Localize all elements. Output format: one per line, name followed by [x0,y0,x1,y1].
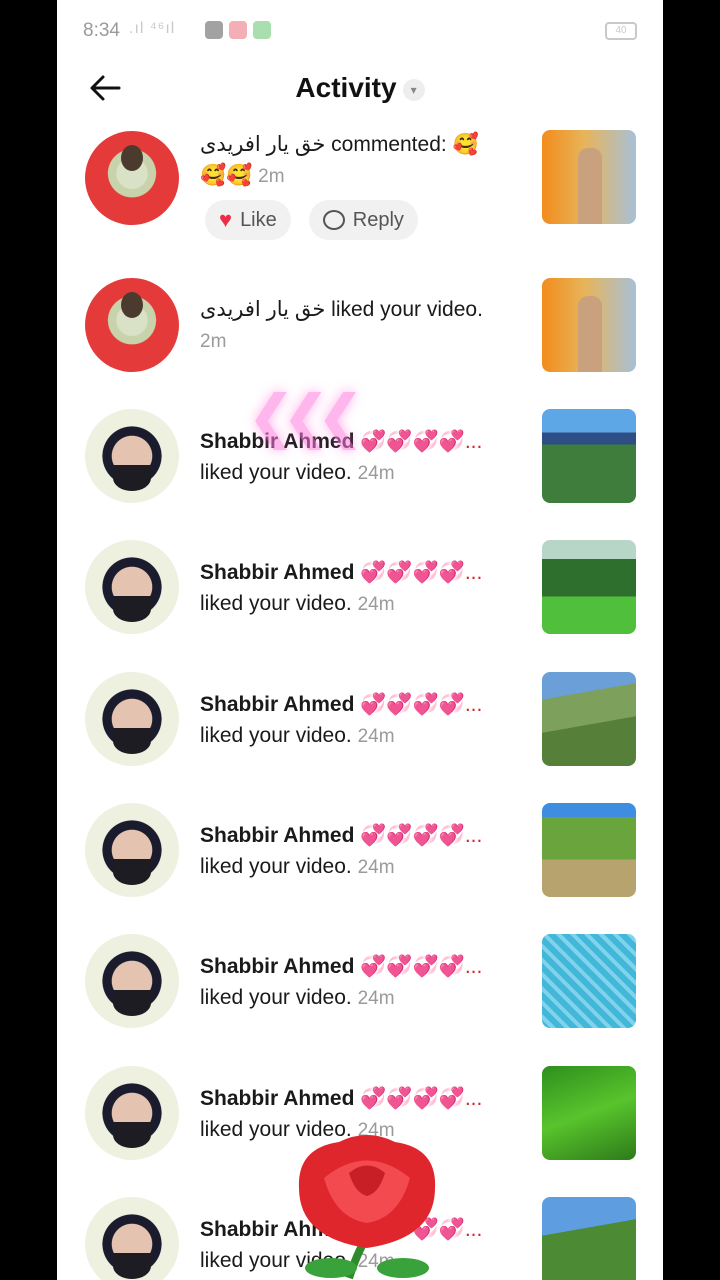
video-thumbnail[interactable] [542,540,636,634]
like-label: Like [240,208,277,231]
video-thumbnail[interactable] [542,803,636,897]
notification-text: Shabbir Ahmed 💞💞💞💞... liked your video. … [200,689,510,752]
title-text: Activity [295,72,397,103]
notification-text: خق یار افریدی liked your video. 2m [200,294,510,357]
list-item[interactable]: Shabbir Ahmed 💞💞💞💞... liked your video. … [57,540,663,634]
list-item[interactable]: Shabbir Ahmed 💞💞💞💞... liked your video. … [57,934,663,1028]
video-thumbnail[interactable] [542,672,636,766]
avatar[interactable] [85,1066,179,1160]
name-emoji: 💞💞💞💞... [354,824,483,847]
timestamp: 2m [258,166,285,187]
video-thumbnail[interactable] [542,1066,636,1160]
name-emoji: 💞💞💞💞... [354,955,483,978]
name-emoji: 💞💞💞💞... [354,561,483,584]
timestamp: 24m [357,988,395,1009]
list-item[interactable]: Shabbir Ahmed 💞💞💞💞... liked your video. … [57,409,663,503]
avatar[interactable] [85,1197,179,1280]
notification-text: Shabbir Ahmed 💞💞💞💞... liked your video. … [200,557,510,620]
notification-icons [205,21,271,39]
notification-text: Shabbir Ahmed 💞💞💞💞... liked your video. … [200,820,510,883]
reply-button[interactable]: Reply [308,200,418,240]
timestamp: 24m [357,463,395,484]
user-name[interactable]: Shabbir Ahmed [200,693,354,716]
video-thumbnail[interactable] [542,130,636,224]
timestamp: 24m [357,726,395,747]
action-text: liked your video. [200,461,358,484]
timestamp: 24m [357,857,395,878]
video-thumbnail[interactable] [542,409,636,503]
list-item[interactable]: خق یار افریدی liked your video. 2m [57,278,663,372]
avatar[interactable] [85,672,179,766]
list-item[interactable]: Shabbir Ahmed 💞💞💞💞... liked your video. … [57,803,663,897]
video-thumbnail[interactable] [542,278,636,372]
comment-emoji: 🥰🥰 [200,164,259,187]
action-text: liked your video. [325,298,483,321]
action-text: liked your video. [200,724,358,747]
video-thumbnail[interactable] [542,934,636,1028]
user-name[interactable]: خق یار افریدی [200,133,325,156]
name-emoji: 💞💞💞💞... [354,430,483,453]
video-thumbnail[interactable] [542,1197,636,1280]
name-emoji: 💞💞💞💞... [354,693,483,716]
action-text: liked your video. [200,855,358,878]
action-text: liked your video. [200,592,358,615]
notification-text: Shabbir Ahmed 💞💞💞💞... liked your video. … [200,951,510,1014]
name-emoji: 💞💞💞💞... [354,1087,483,1110]
signal-icon: .ıl ⁴⁶ıl [129,20,176,37]
list-item[interactable]: خق یار افریدی commented: 🥰 🥰🥰 2m ♥ Like … [57,128,663,258]
heart-icon: ♥ [219,207,233,232]
avatar[interactable] [85,409,179,503]
comment-text: commented: 🥰 [325,133,479,156]
comment-actions: ♥ Like Reply [205,200,418,240]
action-text: liked your video. [200,986,358,1009]
chevron-down-icon[interactable]: ▾ [402,78,425,101]
header: Activity ▾ [57,60,663,120]
notification-text: خق یار افریدی commented: 🥰 🥰🥰 2m [200,129,510,192]
timestamp: 2m [200,331,227,352]
avatar[interactable] [85,803,179,897]
user-name[interactable]: Shabbir Ahmed [200,824,354,847]
user-name[interactable]: Shabbir Ahmed [200,1087,354,1110]
user-name[interactable]: Shabbir Ahmed [200,561,354,584]
user-name[interactable]: خق یار افریدی [200,298,325,321]
battery-icon: 40 [605,22,637,40]
avatar[interactable] [85,278,179,372]
tiktok-icon [205,21,223,39]
status-time: 8:34 [83,20,120,41]
avatar[interactable] [85,540,179,634]
status-bar: 8:34 .ıl ⁴⁶ıl 40 [57,0,663,60]
app-icon [253,21,271,39]
phone-screen: 8:34 .ıl ⁴⁶ıl 40 Activity ▾ خق یار افریدی… [57,0,663,1280]
user-name[interactable]: Shabbir Ahmed [200,955,354,978]
like-button[interactable]: ♥ Like [205,200,291,240]
message-icon [229,21,247,39]
rose-icon [298,1135,436,1280]
comment-icon [322,210,345,230]
reply-label: Reply [352,208,404,231]
avatar[interactable] [85,934,179,1028]
avatar[interactable] [85,131,179,225]
timestamp: 24m [357,594,395,615]
page-title[interactable]: Activity ▾ [57,72,663,104]
list-item[interactable]: Shabbir Ahmed 💞💞💞💞... liked your video. … [57,672,663,766]
chevrons-left-icon: ❮❮❮ [247,384,365,449]
